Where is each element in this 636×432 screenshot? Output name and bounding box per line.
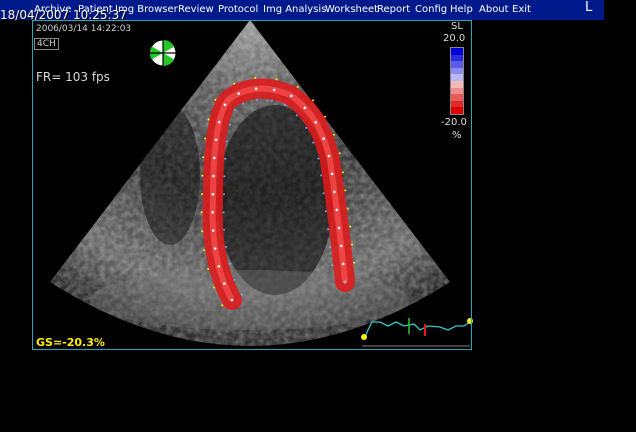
scale-segment — [451, 48, 463, 55]
scale-segment — [451, 107, 463, 114]
scale-max: 20.0 — [443, 33, 466, 44]
scale-segment — [451, 80, 463, 88]
scale-segment — [451, 67, 463, 75]
scale-min: -20.0 — [441, 117, 467, 128]
scale-segment — [451, 61, 463, 68]
scale-segment — [451, 74, 463, 81]
scale-colorbar — [450, 47, 464, 115]
global-strain-value: GS=-20.3% — [36, 336, 105, 349]
scale-segment — [451, 87, 463, 95]
scale-segment — [451, 100, 463, 108]
scale-segment — [451, 94, 463, 101]
scale-unit: % — [452, 130, 462, 141]
scale-segment — [451, 54, 463, 62]
frame-rate: FR= 103 fps — [36, 70, 110, 84]
acquisition-datetime: 2006/03/14 14:22:03 — [36, 24, 132, 34]
scale-title: SL — [451, 21, 463, 32]
view-label: 4CH — [34, 38, 59, 50]
